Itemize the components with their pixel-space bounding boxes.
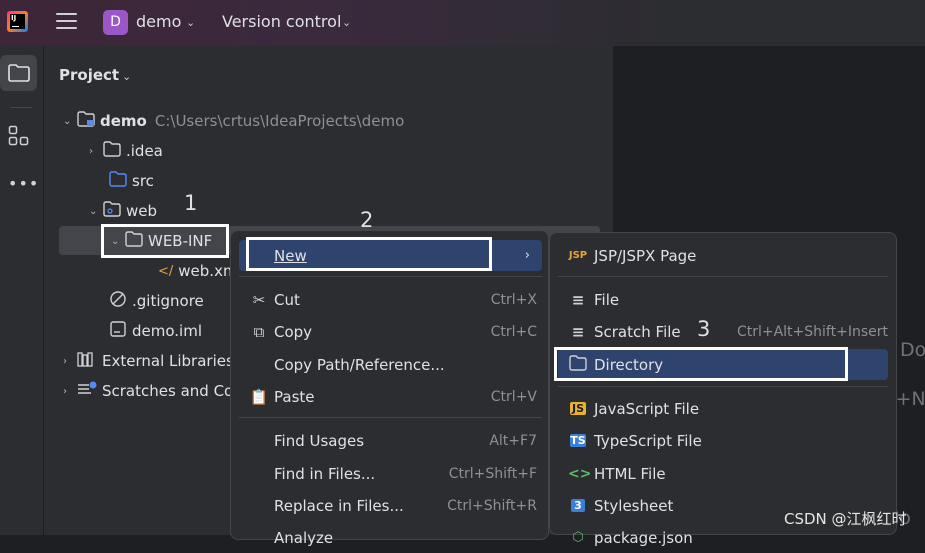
tree-item-label: demo.iml	[132, 322, 202, 340]
folder-icon	[103, 141, 121, 161]
menu-divider	[558, 386, 888, 387]
annotation-box-web-inf	[101, 224, 229, 258]
version-control-menu[interactable]: Version control	[222, 12, 341, 31]
ignore-file-icon	[109, 290, 127, 312]
menu-item-cut[interactable]: ✂ Cut Ctrl+X	[239, 284, 542, 315]
menu-divider	[558, 276, 888, 277]
project-selector[interactable]: demo	[136, 12, 181, 31]
typescript-file-icon: TS	[570, 434, 586, 447]
panel-title[interactable]: Project	[59, 66, 119, 84]
annotation-number: 1	[184, 191, 198, 215]
annotation-box-new	[246, 237, 492, 271]
javascript-file-icon: JS	[570, 402, 586, 415]
context-menu: New › ✂ Cut Ctrl+X ⧉ Copy Ctrl+C Copy Pa…	[230, 230, 549, 547]
chevron-down-icon[interactable]: ⌄	[89, 206, 103, 217]
copy-icon: ⧉	[253, 322, 265, 341]
library-icon	[77, 351, 97, 371]
menu-divider	[239, 276, 542, 277]
package-json-icon: ⬡	[572, 530, 584, 545]
tree-item-label: src	[132, 172, 154, 190]
intellij-logo-icon[interactable]: IJ	[7, 11, 28, 32]
file-icon: ≡	[571, 290, 585, 309]
module-folder-icon	[77, 111, 95, 131]
clipboard-icon: 📋	[249, 387, 269, 406]
tree-item-src[interactable]: src	[109, 168, 154, 194]
tree-item-web[interactable]: ⌄ web	[89, 198, 157, 224]
chevron-right-icon: ›	[524, 248, 530, 263]
tree-item-label: External Libraries	[102, 352, 234, 370]
tree-item-label: web	[126, 202, 158, 220]
project-tool-button[interactable]	[0, 55, 37, 91]
menu-divider	[239, 417, 542, 418]
submenu-item-file[interactable]: ≡ File	[558, 284, 888, 315]
scratches-icon	[77, 381, 97, 401]
html-file-icon: <>	[568, 465, 592, 482]
submenu-item-javascript[interactable]: JS JavaScript File	[558, 393, 888, 424]
editor-hint: Do	[900, 339, 925, 361]
jsp-file-icon: JSP	[568, 250, 588, 261]
css-file-icon: 3	[571, 499, 585, 512]
chevron-right-icon[interactable]: ›	[63, 356, 77, 367]
submenu-item-scratch-file[interactable]: ≡ Scratch File Ctrl+Alt+Shift+Insert	[558, 316, 888, 347]
menu-item-find-usages[interactable]: Find Usages Alt+F7	[239, 425, 542, 456]
menu-item-copy[interactable]: ⧉ Copy Ctrl+C	[239, 316, 542, 347]
strip-divider	[10, 107, 32, 108]
tree-item-demo[interactable]: ⌄ demo C:\Users\crtus\IdeaProjects\demo	[63, 108, 404, 134]
scratch-file-icon: ≡	[571, 322, 585, 341]
menu-item-find-in-files[interactable]: Find in Files... Ctrl+Shift+F	[239, 458, 542, 489]
menu-item-paste[interactable]: 📋 Paste Ctrl+V	[239, 381, 542, 412]
chevron-down-icon[interactable]: ⌄	[122, 70, 131, 83]
tree-item-gitignore[interactable]: .gitignore	[109, 288, 204, 314]
menu-item-analyze[interactable]: Analyze	[239, 522, 542, 553]
chevron-down-icon[interactable]: ⌄	[342, 16, 351, 29]
structure-icon[interactable]	[8, 125, 30, 151]
chevron-down-icon[interactable]: ⌄	[186, 16, 195, 29]
tree-item-idea[interactable]: › .idea	[89, 138, 163, 164]
chevron-down-icon[interactable]: ⌄	[63, 116, 77, 127]
project-path: C:\Users\crtus\IdeaProjects\demo	[154, 112, 405, 130]
tree-item-label: demo	[100, 112, 147, 130]
source-folder-icon	[109, 171, 127, 191]
new-submenu: JSP JSP/JSPX Page ≡ File ≡ Scratch File …	[549, 232, 897, 547]
project-badge[interactable]: D	[103, 10, 128, 35]
chevron-right-icon[interactable]: ›	[63, 386, 77, 397]
xml-file-icon: </	[158, 263, 174, 279]
tree-item-label: .gitignore	[132, 292, 204, 310]
menu-item-copy-path[interactable]: Copy Path/Reference...	[239, 349, 542, 380]
more-tools-icon[interactable]: •••	[8, 174, 39, 193]
tool-window-strip: •••	[0, 46, 44, 535]
annotation-box-directory	[554, 347, 848, 381]
scissors-icon: ✂	[252, 290, 266, 309]
menu-item-replace-in-files[interactable]: Replace in Files... Ctrl+Shift+R	[239, 490, 542, 521]
annotation-number: 3	[697, 317, 711, 341]
tree-item-demo-iml[interactable]: demo.iml	[109, 318, 202, 344]
tree-item-label: .idea	[126, 142, 163, 160]
main-menu-icon[interactable]	[56, 13, 77, 31]
submenu-item-html[interactable]: <> HTML File	[558, 458, 888, 489]
annotation-number: 2	[360, 208, 374, 232]
submenu-item-jsp[interactable]: JSP JSP/JSPX Page	[558, 240, 888, 271]
iml-file-icon	[109, 320, 127, 342]
watermark: CSDN @江枫红时	[784, 510, 907, 528]
logo-text: IJ	[11, 14, 17, 22]
title-bar: IJ D demo ⌄ Version control ⌄	[0, 0, 925, 46]
web-folder-icon	[103, 201, 121, 221]
submenu-item-typescript[interactable]: TS TypeScript File	[558, 425, 888, 456]
folder-icon	[8, 64, 30, 82]
tree-item-external-libraries[interactable]: › External Libraries	[63, 348, 234, 374]
chevron-right-icon[interactable]: ›	[89, 146, 103, 157]
